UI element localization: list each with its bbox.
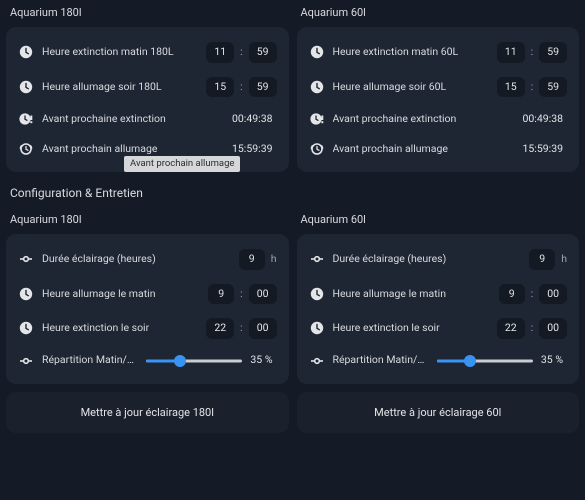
panel-title-60: Aquarium 60l <box>297 0 580 27</box>
row-label: Heure allumage le matin <box>42 288 200 301</box>
time-minute-input[interactable]: 59 <box>249 42 277 63</box>
data-row: Avant prochain allumage 15:59:39 <box>299 134 578 164</box>
dash-icon <box>309 251 325 267</box>
clock-ring-icon <box>309 141 325 157</box>
slider-row: Répartition Matin/Soir ... 35 % <box>299 346 578 376</box>
time-minute-input[interactable]: 00 <box>539 284 567 305</box>
unit-label: h <box>271 253 277 266</box>
clock-icon <box>309 320 325 336</box>
time-colon: : <box>240 322 243 335</box>
time-minute-input[interactable]: 00 <box>249 284 277 305</box>
time-colon: : <box>240 81 243 94</box>
clock-icon <box>18 320 34 336</box>
slider-value: 35 % <box>250 354 276 367</box>
time-colon: : <box>531 288 534 301</box>
row-label: Heure extinction le soir <box>333 322 489 335</box>
time-hour-input[interactable]: 15 <box>206 77 234 98</box>
clock-ring-icon <box>18 141 34 157</box>
row-label: Durée éclairage (heures) <box>333 253 522 266</box>
update-button-60[interactable]: Mettre à jour éclairage 60l <box>297 392 580 433</box>
time-minute-input[interactable]: 00 <box>249 318 277 339</box>
time-colon: : <box>240 288 243 301</box>
time-hour-input[interactable]: 22 <box>497 318 525 339</box>
data-row: Avant prochaine extinction 00:49:38 <box>299 104 578 134</box>
row-label: Heure extinction le soir <box>42 322 198 335</box>
config-card-180: Durée éclairage (heures) 9 h Heure allum… <box>6 234 289 384</box>
slider-track[interactable] <box>437 354 533 368</box>
clock-alert-icon <box>309 111 325 127</box>
slider-label: Répartition Matin/Soir ... <box>333 354 429 367</box>
slider-label: Répartition Matin/Soir ... <box>42 354 138 367</box>
slider-thumb[interactable] <box>464 355 476 367</box>
row-label: Heure allumage soir 60L <box>333 81 489 94</box>
row-label: Heure extinction matin 60L <box>333 46 489 59</box>
row-label: Durée éclairage (heures) <box>42 253 231 266</box>
data-row: Heure allumage le matin 9 : 00 <box>299 277 578 312</box>
dash-icon <box>18 353 34 369</box>
data-row: Heure extinction le soir 22 : 00 <box>299 311 578 346</box>
time-minute-input[interactable]: 59 <box>539 42 567 63</box>
clock-icon <box>309 79 325 95</box>
time-hour-input[interactable]: 9 <box>208 284 234 305</box>
row-label: Avant prochain allumage <box>42 143 224 156</box>
status-card-60: Heure extinction matin 60L 11 : 59 Heure… <box>297 27 580 172</box>
unit-label: h <box>561 253 567 266</box>
readonly-value: 00:49:38 <box>232 113 277 126</box>
data-row: Durée éclairage (heures) 9 h <box>299 242 578 277</box>
clock-icon <box>309 286 325 302</box>
dash-icon <box>309 353 325 369</box>
time-colon: : <box>240 46 243 59</box>
data-row: Heure allumage soir 180L 15 : 59 <box>8 70 287 105</box>
update-button-180[interactable]: Mettre à jour éclairage 180l <box>6 392 289 433</box>
time-hour-input[interactable]: 11 <box>497 42 525 63</box>
number-input[interactable]: 9 <box>529 249 555 270</box>
config-panel-title-180: Aquarium 180l <box>6 207 289 234</box>
time-minute-input[interactable]: 59 <box>539 77 567 98</box>
data-row: Avant prochaine extinction 00:49:38 <box>8 104 287 134</box>
time-hour-input[interactable]: 9 <box>499 284 525 305</box>
data-row: Avant prochain allumage15:59:39Avant pro… <box>8 134 287 164</box>
panel-title-180: Aquarium 180l <box>6 0 289 27</box>
row-label: Avant prochaine extinction <box>333 113 515 126</box>
dash-icon <box>18 251 34 267</box>
data-row: Heure extinction le soir 22 : 00 <box>8 311 287 346</box>
readonly-value: 00:49:38 <box>523 113 568 126</box>
data-row: Durée éclairage (heures) 9 h <box>8 242 287 277</box>
data-row: Heure allumage soir 60L 15 : 59 <box>299 70 578 105</box>
time-hour-input[interactable]: 15 <box>497 77 525 98</box>
clock-icon <box>18 79 34 95</box>
time-colon: : <box>531 322 534 335</box>
readonly-value: 15:59:39 <box>232 143 277 156</box>
row-label: Heure extinction matin 180L <box>42 46 198 59</box>
time-colon: : <box>531 46 534 59</box>
tooltip: Avant prochain allumage <box>124 156 240 171</box>
time-minute-input[interactable]: 59 <box>249 77 277 98</box>
data-row: Heure extinction matin 60L 11 : 59 <box>299 35 578 70</box>
config-card-60: Durée éclairage (heures) 9 h Heure allum… <box>297 234 580 384</box>
row-label: Heure allumage le matin <box>333 288 491 301</box>
row-label: Avant prochaine extinction <box>42 113 224 126</box>
slider-value: 35 % <box>541 354 567 367</box>
slider-thumb[interactable] <box>174 355 186 367</box>
clock-icon <box>18 286 34 302</box>
status-card-180: Heure extinction matin 180L 11 : 59 Heur… <box>6 27 289 172</box>
data-row: Heure allumage le matin 9 : 00 <box>8 277 287 312</box>
clock-icon <box>309 44 325 60</box>
clock-icon <box>18 44 34 60</box>
config-panel-title-60: Aquarium 60l <box>297 207 580 234</box>
clock-alert-icon <box>18 111 34 127</box>
slider-track[interactable] <box>146 354 242 368</box>
row-label: Avant prochain allumage <box>333 143 515 156</box>
config-header: Configuration & Entretien <box>0 172 585 206</box>
row-label: Heure allumage soir 180L <box>42 81 198 94</box>
readonly-value: 15:59:39 <box>523 143 568 156</box>
time-hour-input[interactable]: 22 <box>206 318 234 339</box>
data-row: Heure extinction matin 180L 11 : 59 <box>8 35 287 70</box>
time-minute-input[interactable]: 00 <box>539 318 567 339</box>
time-colon: : <box>531 81 534 94</box>
slider-row: Répartition Matin/Soir ... 35 % <box>8 346 287 376</box>
time-hour-input[interactable]: 11 <box>206 42 234 63</box>
number-input[interactable]: 9 <box>239 249 265 270</box>
